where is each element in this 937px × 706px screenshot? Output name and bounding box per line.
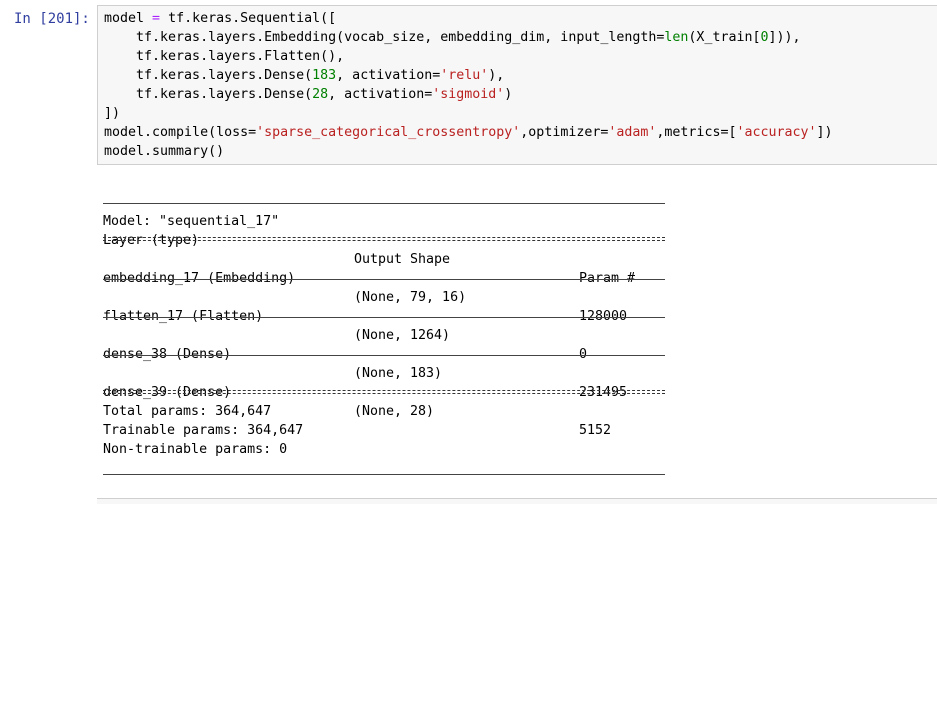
code-token: tf.keras.layers.Embedding(vocab_size, em… — [104, 30, 665, 45]
cell-prompt: In [201]: — [14, 11, 90, 27]
code-token: , activation= — [328, 87, 433, 102]
code-token: ,optimizer= — [520, 125, 609, 140]
code-line-4: tf.keras.layers.Dense(183, activation='r… — [104, 66, 833, 85]
footer-double-rule — [103, 390, 665, 394]
row-rule — [103, 355, 665, 356]
code-token: tf.keras.layers.Dense( — [104, 68, 313, 83]
code-token: 0 — [760, 30, 769, 45]
code-line-5: tf.keras.layers.Dense(28, activation='si… — [104, 85, 833, 104]
table-row: embedding_17 (Embedding) (None, 79, 16) … — [103, 250, 665, 324]
code-input-area[interactable]: model = tf.keras.Sequential([ tf.keras.l… — [97, 5, 937, 165]
code-line-1: model = tf.keras.Sequential([ — [104, 11, 337, 26]
code-token: 'accuracy' — [736, 125, 817, 140]
summary-header-row: Layer (type) Output Shape Param # — [103, 212, 665, 286]
code-token: 28 — [312, 87, 329, 102]
code-token: 'relu' — [440, 68, 489, 83]
code-line-8: model.summary() — [104, 144, 225, 159]
code-token: 'sigmoid' — [432, 87, 505, 102]
trainable-params: Trainable params: 364,647 — [103, 423, 304, 438]
notebook-cell: In [201]: model = tf.keras.Sequential([ … — [0, 0, 937, 504]
non-trainable-params: Non-trainable params: 0 — [103, 442, 288, 457]
code-line-6: ]) — [104, 106, 121, 121]
code-token: 'adam' — [608, 125, 657, 140]
code-token: ) — [504, 87, 513, 102]
next-cell-edge[interactable] — [97, 498, 937, 504]
code-token: (X_train[ — [688, 30, 761, 45]
code-token: len — [664, 30, 689, 45]
total-params: Total params: 364,647 — [103, 404, 272, 419]
code-token: tf.keras.layers.Dense( — [104, 87, 313, 102]
code-token: , activation= — [336, 68, 441, 83]
code-token: ), — [488, 68, 505, 83]
header-double-rule — [103, 237, 665, 241]
code-line-7: model.compile(loss='sparse_categorical_c… — [104, 123, 833, 142]
code-token: ])), — [768, 30, 801, 45]
code-editor[interactable]: model = tf.keras.Sequential([ tf.keras.l… — [104, 9, 833, 161]
row-rule — [103, 279, 665, 280]
top-rule — [103, 203, 665, 204]
code-token: ]) — [816, 125, 833, 140]
row-shape: (None, 28) — [354, 404, 435, 419]
row-rule — [103, 317, 665, 318]
table-row: flatten_17 (Flatten) (None, 1264) 0 — [103, 288, 665, 362]
code-line-2: tf.keras.layers.Embedding(vocab_size, em… — [104, 28, 833, 47]
code-token: model.compile(loss= — [104, 125, 257, 140]
bottom-rule — [103, 474, 665, 475]
code-token: 'sparse_categorical_crossentropy' — [256, 125, 521, 140]
table-row: dense_38 (Dense) (None, 183) 231495 — [103, 326, 665, 400]
code-line-3: tf.keras.layers.Flatten(), — [104, 49, 345, 64]
row-params: 5152 — [579, 423, 612, 438]
code-token: 183 — [312, 68, 337, 83]
code-token: ,metrics=[ — [656, 125, 737, 140]
table-row: dense_39 (Dense) (None, 28) 5152 — [103, 364, 665, 438]
cell-output: Model: "sequential_17" Layer (type) Outp… — [103, 174, 665, 706]
